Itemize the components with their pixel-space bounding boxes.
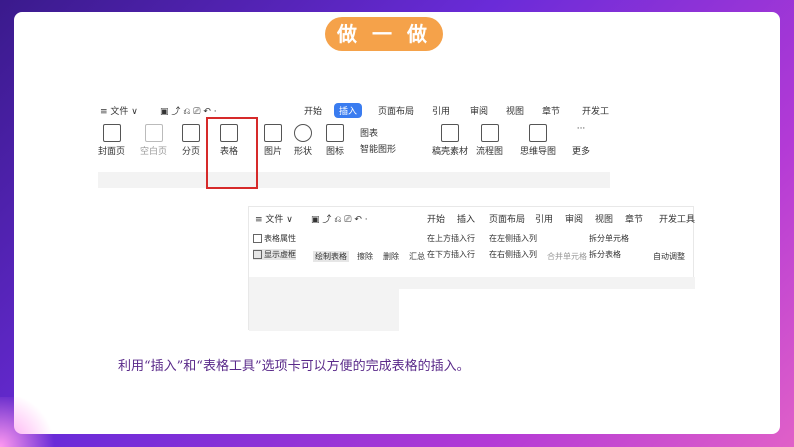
tab-insert-2[interactable]: 插入 [457,212,475,225]
tab-review-2[interactable]: 审阅 [565,212,583,225]
material-icon [441,124,459,142]
delete-button[interactable]: 删除 [383,251,399,262]
erase-button[interactable]: 擦除 [357,251,373,262]
insert-toolbar-screenshot: ≡ 文件 ∨ ▣ ⤴ ⎌ ⎚ ↶ · 开始 插入 页面布局 引用 审阅 视图 章… [98,100,610,188]
tab-page-layout-2[interactable]: 页面布局 [489,212,525,225]
auto-adjust-button[interactable]: 自动调整 [653,251,685,262]
menu-bar-2: ≡ 文件 ∨ ▣ ⤴ ⎌ ⎚ ↶ · 开始 插入 页面布局 引用 审阅 视图 章… [249,207,695,229]
cover-page-button[interactable]: 封面页 [98,124,125,157]
tab-home-2[interactable]: 开始 [427,212,445,225]
tab-developer[interactable]: 开发工 [582,104,609,117]
gridlines-icon [253,250,262,259]
tab-view-2[interactable]: 视图 [595,212,613,225]
icons-icon [326,124,344,142]
blank-page-icon [144,124,163,142]
split-cells-button[interactable]: 拆分单元格 [589,233,629,244]
flowchart-button[interactable]: 流程图 [476,124,503,157]
picture-button[interactable]: 图片 [264,124,282,157]
insert-left-button[interactable]: 在左侧插入列 [489,233,537,244]
icon-button[interactable]: 图标 [326,124,344,157]
more-icon: ··· [576,124,586,134]
table-props-button[interactable]: 表格属性 [253,233,296,244]
insert-below-button[interactable]: 在下方插入行 [427,249,475,260]
document-page [399,289,695,331]
shape-icon [294,124,312,142]
menu-bar: ≡ 文件 ∨ ▣ ⤴ ⎌ ⎚ ↶ · 开始 插入 页面布局 引用 审阅 视图 章… [98,100,610,122]
table-highlight-box [206,117,258,189]
quick-tools-icon-2[interactable]: ▣ ⤴ ⎌ ⎚ ↶ · [311,212,368,225]
slide-title: 做 一 做 [325,17,443,51]
blank-page-button[interactable]: 空白页 [140,124,167,157]
caption-text: 利用“插入”和“表格工具”选项卡可以方便的完成表格的插入。 [118,359,470,374]
split-table-button[interactable]: 拆分表格 [589,249,621,260]
cover-page-icon [102,124,121,142]
mindmap-icon [529,124,547,142]
quick-tools-icon[interactable]: ▣ ⤴ ⎌ ⎚ ↶ · [160,104,217,117]
page-break-button[interactable]: 分页 [182,124,200,157]
tab-review[interactable]: 审阅 [470,104,488,117]
table-props-icon [253,234,262,243]
menu-file-2[interactable]: ≡ 文件 ∨ [255,212,293,225]
insert-above-button[interactable]: 在上方插入行 [427,233,475,244]
chart-button[interactable]: 图表 [360,126,378,139]
draw-table-button[interactable]: 绘制表格 [313,251,349,262]
tab-page-layout[interactable]: 页面布局 [378,104,414,117]
material-button[interactable]: 稿壳素材 [432,124,468,157]
tab-view[interactable]: 视图 [506,104,524,117]
tab-developer-2[interactable]: 开发工具 [659,212,695,225]
smart-graphic-button[interactable]: 智能图形 [360,142,396,155]
tab-chapter[interactable]: 章节 [542,104,560,117]
tab-chapter-2[interactable]: 章节 [625,212,643,225]
mindmap-button[interactable]: 思维导图 [520,124,556,157]
tab-reference-2[interactable]: 引用 [535,212,553,225]
merge-cells-button[interactable]: 合并单元格 [547,251,587,262]
decor-glow [0,397,60,447]
picture-icon [264,124,282,142]
insert-ribbon: 封面页 空白页 分页 表格 图片 形状 图标 图表 智能图形 稿壳素材 流程图 … [98,124,610,168]
page-break-icon [182,124,200,142]
summary-button[interactable]: 汇总 [409,251,425,262]
tab-insert[interactable]: 插入 [334,103,363,118]
table-tools-ribbon: 表格属性 显示虚框 绘制表格 擦除 删除 汇总 在上方插入行 在下方插入行 在左… [249,231,695,269]
tab-home[interactable]: 开始 [304,104,322,117]
flowchart-icon [480,124,499,142]
more-button[interactable]: ··· 更多 [572,124,590,157]
insert-right-button[interactable]: 在右侧插入列 [489,249,537,260]
shape-button[interactable]: 形状 [294,124,312,157]
table-tools-screenshot: ≡ 文件 ∨ ▣ ⤴ ⎌ ⎚ ↶ · 开始 插入 页面布局 引用 审阅 视图 章… [248,206,695,331]
document-area [98,172,610,188]
tab-reference[interactable]: 引用 [432,104,450,117]
menu-file[interactable]: ≡ 文件 ∨ [100,104,138,117]
show-gridlines-button[interactable]: 显示虚框 [253,249,296,260]
